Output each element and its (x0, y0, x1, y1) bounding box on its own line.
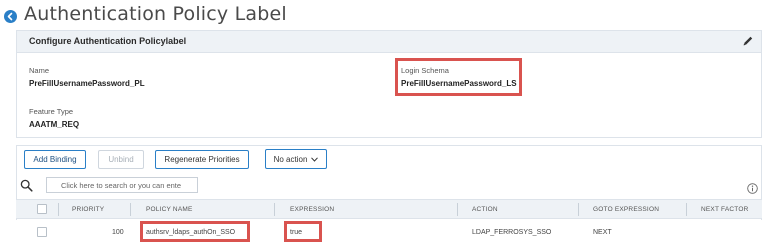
login-schema-highlight (395, 58, 522, 96)
column-separator (578, 203, 579, 216)
cell-goto-expression: NEXT (593, 229, 612, 236)
column-expression[interactable]: EXPRESSION (290, 206, 334, 213)
config-panel: Configure Authentication Policylabel Nam… (16, 30, 762, 138)
select-all-checkbox[interactable] (37, 204, 47, 214)
cell-action: LDAP_FERROSYS_SSO (472, 229, 552, 236)
name-label: Name (29, 66, 50, 75)
column-action[interactable]: ACTION (472, 206, 498, 213)
regenerate-priorities-button[interactable]: Regenerate Priorities (155, 150, 249, 169)
action-select-value: No action (273, 154, 308, 164)
column-separator (58, 203, 59, 216)
column-separator (130, 203, 131, 216)
column-separator (686, 203, 687, 216)
column-separator (457, 203, 458, 216)
search-input[interactable] (46, 177, 198, 193)
action-select[interactable]: No action (265, 149, 327, 169)
search-icon (20, 179, 33, 192)
chevron-down-icon (311, 156, 319, 162)
policy-name-highlight (140, 221, 250, 242)
column-policy-name[interactable]: POLICY NAME (146, 206, 193, 213)
unbind-button[interactable]: Unbind (98, 150, 144, 169)
feature-type-value: AAATM_REQ (29, 120, 80, 129)
table-row[interactable]: 100 authsrv_ldaps_authOn_SSO true LDAP_F… (16, 220, 762, 246)
name-value: PreFillUsernamePassword_PL (29, 79, 145, 88)
column-next-factor[interactable]: NEXT FACTOR (701, 206, 748, 213)
info-icon[interactable] (747, 181, 758, 194)
cell-priority: 100 (112, 229, 124, 236)
column-separator (274, 203, 275, 216)
title-bar: Authentication Policy Label (0, 0, 768, 30)
table-header: PRIORITY POLICY NAME EXPRESSION ACTION G… (16, 199, 762, 219)
config-header: Configure Authentication Policylabel (17, 31, 761, 53)
add-binding-button[interactable]: Add Binding (24, 150, 86, 169)
column-priority[interactable]: PRIORITY (72, 206, 104, 213)
config-title: Configure Authentication Policylabel (29, 36, 187, 46)
row-checkbox[interactable] (37, 227, 47, 237)
expression-highlight (284, 221, 322, 242)
page-title: Authentication Policy Label (24, 3, 287, 25)
feature-type-label: Feature Type (29, 107, 74, 116)
edit-pencil-icon[interactable] (741, 34, 755, 48)
search-row (16, 176, 762, 196)
column-goto-expression[interactable]: GOTO EXPRESSION (593, 206, 659, 213)
back-arrow-icon[interactable] (4, 10, 17, 23)
